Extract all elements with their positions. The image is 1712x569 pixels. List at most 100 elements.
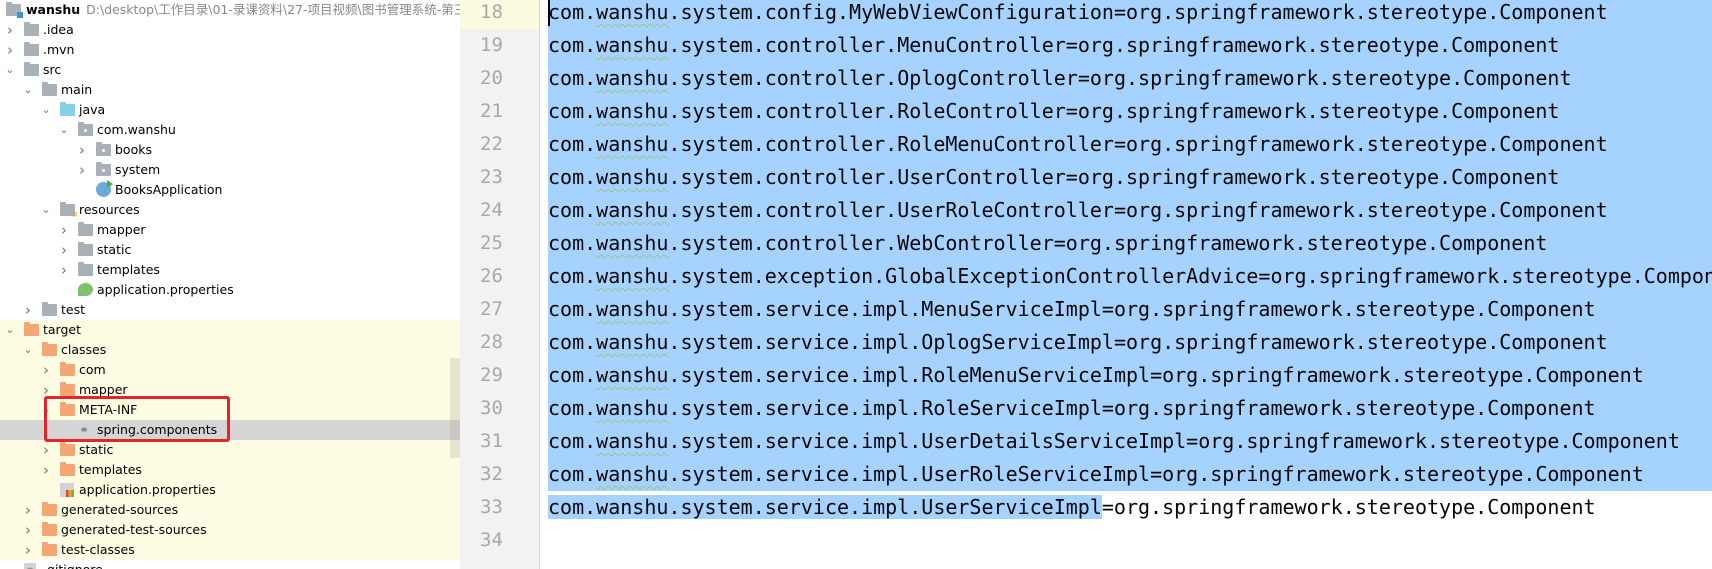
tree-item[interactable]: application.properties [0, 480, 460, 500]
tree-item[interactable]: › test [0, 300, 460, 320]
tree-item[interactable]: ≡ spring.components [0, 420, 460, 440]
code-line[interactable]: com.wanshu.system.service.impl.RoleMenuS… [548, 359, 1712, 392]
tree-item-label: static [97, 242, 132, 257]
code-editor[interactable]: com.wanshu.system.config.MyWebViewConfig… [540, 0, 1712, 569]
tree-item[interactable]: ⌄ src [0, 60, 460, 80]
code-line[interactable]: com.wanshu.system.service.impl.UserRoleS… [548, 458, 1712, 491]
spelling-underline: wanshu [596, 297, 669, 321]
tree-item[interactable]: › generated-test-sources [0, 520, 460, 540]
code-line[interactable]: com.wanshu.system.service.impl.RoleServi… [548, 392, 1712, 425]
spelling-underline: wanshu [596, 264, 669, 288]
tree-item-label: spring.components [97, 422, 218, 437]
code-line[interactable]: com.wanshu.system.controller.UserControl… [548, 161, 1712, 194]
package-icon [78, 122, 93, 136]
properties-file-icon [60, 483, 74, 497]
folder-icon [78, 222, 93, 236]
tree-item[interactable]: › templates [0, 460, 460, 480]
tree-item[interactable]: ⌄ main [0, 80, 460, 100]
excluded-folder-icon [60, 362, 75, 376]
tree-item-label: .idea [43, 22, 74, 37]
chevron-right-icon[interactable]: › [22, 500, 34, 520]
tree-item[interactable]: ⌄ resources [0, 200, 460, 220]
selected-text: com.wanshu.system.service.impl.UserServi… [548, 495, 1102, 519]
code-line[interactable]: com.wanshu.system.config.MyWebViewConfig… [548, 0, 1712, 29]
tree-item[interactable]: ⌄ com.wanshu [0, 120, 460, 140]
tree-item[interactable]: › books [0, 140, 460, 160]
code-line[interactable]: com.wanshu.system.controller.MenuControl… [548, 29, 1712, 62]
code-line[interactable]: com.wanshu.system.controller.UserRoleCon… [548, 194, 1712, 227]
tree-item[interactable]: ⌄ java [0, 100, 460, 120]
tree-item[interactable]: › templates [0, 260, 460, 280]
chevron-down-icon[interactable]: ⌄ [4, 60, 16, 80]
code-line[interactable]: com.wanshu.system.exception.GlobalExcept… [548, 260, 1712, 293]
chevron-down-icon[interactable]: ⌄ [40, 200, 52, 220]
tree-item[interactable]: › com [0, 360, 460, 380]
code-line[interactable]: com.wanshu.system.service.impl.OplogServ… [548, 326, 1712, 359]
line-number: 19 [480, 34, 503, 56]
chevron-right-icon[interactable]: › [4, 20, 16, 40]
folder-icon [78, 262, 93, 276]
chevron-right-icon[interactable]: › [22, 300, 34, 320]
tree-item[interactable]: › mapper [0, 220, 460, 240]
code-line[interactable]: com.wanshu.system.controller.WebControll… [548, 227, 1712, 260]
chevron-down-icon[interactable]: ⌄ [22, 340, 34, 360]
project-tree[interactable]: wanshu D:\desktop\工作目录\01-录课资料\27-项目视频\图书… [0, 0, 460, 569]
tree-item[interactable]: › generated-sources [0, 500, 460, 520]
tree-item[interactable]: › .mvn [0, 40, 460, 60]
chevron-down-icon[interactable]: ⌄ [58, 120, 70, 140]
code-line[interactable]: com.wanshu.system.service.impl.UserDetai… [548, 425, 1712, 458]
tree-item[interactable]: › mapper [0, 380, 460, 400]
sidebar-scrollbar[interactable] [450, 358, 460, 458]
chevron-down-icon[interactable]: ⌄ [4, 320, 16, 340]
tree-item[interactable]: ⌄ classes [0, 340, 460, 360]
tree-item[interactable]: ⌄ target [0, 320, 460, 340]
unselected-text: =org.springframework.stereotype.Componen… [1101, 495, 1596, 519]
tree-item[interactable]: › system [0, 160, 460, 180]
code-line[interactable]: com.wanshu.system.controller.RoleControl… [548, 95, 1712, 128]
text-file-icon: ≡ [24, 563, 36, 569]
chevron-down-icon[interactable]: ⌄ [40, 400, 52, 420]
text-caret [548, 0, 550, 26]
tree-item[interactable]: ≡ .gitignore [0, 560, 460, 569]
chevron-right-icon[interactable]: › [40, 380, 52, 400]
chevron-right-icon[interactable]: › [76, 140, 88, 160]
chevron-right-icon[interactable]: › [76, 160, 88, 180]
chevron-right-icon[interactable]: › [4, 40, 16, 60]
resources-folder-icon [60, 202, 78, 220]
code-line[interactable]: com.wanshu.system.controller.OplogContro… [548, 62, 1712, 95]
tree-item-label: resources [79, 202, 140, 217]
code-line[interactable]: com.wanshu.system.controller.RoleMenuCon… [548, 128, 1712, 161]
chevron-right-icon[interactable]: › [40, 460, 52, 480]
package-icon [96, 142, 111, 156]
code-line[interactable]: com.wanshu.system.service.impl.UserServi… [548, 491, 1596, 524]
chevron-down-icon[interactable]: ⌄ [22, 80, 34, 100]
tree-item-label: com.wanshu [97, 122, 176, 137]
code-line[interactable]: com.wanshu.system.service.impl.MenuServi… [548, 293, 1712, 326]
tree-item[interactable]: › test-classes [0, 540, 460, 560]
chevron-right-icon[interactable]: › [58, 220, 70, 240]
excluded-folder-icon [60, 382, 75, 396]
tree-item[interactable]: › static [0, 240, 460, 260]
chevron-right-icon[interactable]: › [58, 240, 70, 260]
tree-item[interactable]: BooksApplication [0, 180, 460, 200]
tree-item[interactable]: › static [0, 440, 460, 460]
excluded-folder-icon [60, 462, 75, 476]
tree-item-label: BooksApplication [115, 182, 223, 197]
tree-item-label: .gitignore [43, 560, 103, 569]
tree-item[interactable]: application.properties [0, 280, 460, 300]
chevron-right-icon[interactable]: › [58, 260, 70, 280]
chevron-down-icon[interactable]: ⌄ [40, 100, 52, 120]
line-number: 33 [480, 496, 503, 518]
tree-item[interactable]: › .idea [0, 20, 460, 40]
tree-item-label: META-INF [79, 402, 138, 417]
line-number: 25 [480, 232, 503, 254]
tree-item-label: templates [97, 262, 160, 277]
tree-item[interactable]: ⌄ META-INF [0, 400, 460, 420]
chevron-right-icon[interactable]: › [22, 520, 34, 540]
line-number: 30 [480, 397, 503, 419]
source-folder-icon [60, 102, 75, 116]
chevron-right-icon[interactable]: › [40, 360, 52, 380]
chevron-right-icon[interactable]: › [40, 440, 52, 460]
tree-root[interactable]: wanshu D:\desktop\工作目录\01-录课资料\27-项目视频\图书… [0, 0, 460, 20]
chevron-right-icon[interactable]: › [22, 540, 34, 560]
